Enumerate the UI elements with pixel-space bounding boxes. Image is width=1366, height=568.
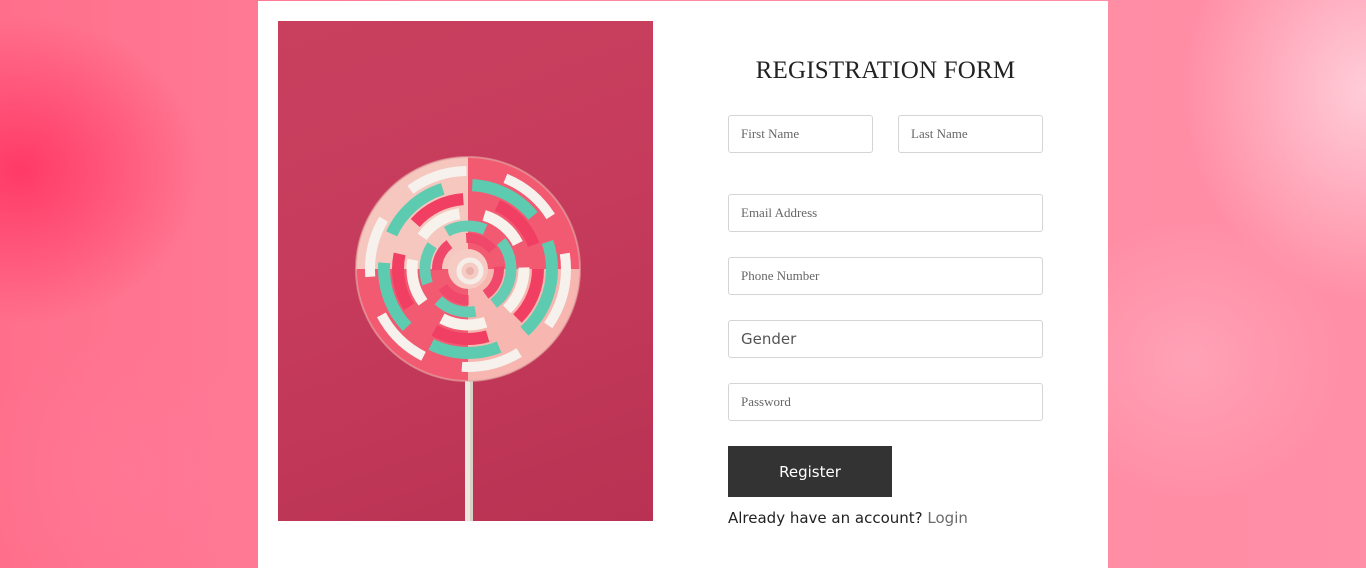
login-link[interactable]: Login xyxy=(927,509,967,527)
email-field[interactable] xyxy=(728,194,1043,232)
registration-card: REGISTRATION FORM Gender Register Alread… xyxy=(258,1,1108,568)
last-name-input[interactable] xyxy=(911,126,1030,142)
register-button[interactable]: Register xyxy=(728,446,892,497)
last-name-field[interactable] xyxy=(898,115,1043,153)
form-title: REGISTRATION FORM xyxy=(755,57,1016,84)
password-input[interactable] xyxy=(741,394,1030,410)
account-question-text: Already have an account? xyxy=(728,509,923,527)
phone-field[interactable] xyxy=(728,257,1043,295)
login-prompt: Already have an account? Login xyxy=(728,509,968,527)
lollipop-photo xyxy=(278,21,653,521)
first-name-field[interactable] xyxy=(728,115,873,153)
password-field[interactable] xyxy=(728,383,1043,421)
email-input[interactable] xyxy=(741,205,1030,221)
gender-select-label: Gender xyxy=(741,330,797,348)
lollipop-illustration xyxy=(355,156,581,521)
phone-input[interactable] xyxy=(741,268,1030,284)
gender-select[interactable]: Gender xyxy=(728,320,1043,358)
lollipop-candy xyxy=(355,156,581,382)
first-name-input[interactable] xyxy=(741,126,860,142)
